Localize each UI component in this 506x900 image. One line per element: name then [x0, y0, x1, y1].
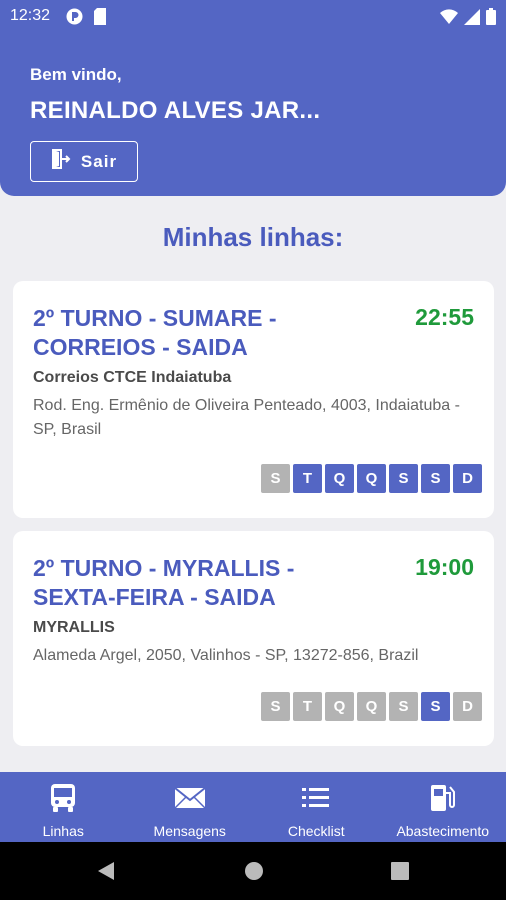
route-place: MYRALLIS [33, 619, 115, 636]
weekday-indicators: S T Q Q S S D [261, 692, 482, 721]
nav-checklist[interactable]: Checklist [253, 772, 380, 842]
route-time: 19:00 [415, 554, 474, 580]
day-indicator: D [453, 464, 482, 493]
route-address: Rod. Eng. Ermênio de Oliveira Penteado, … [33, 397, 460, 438]
list-icon [301, 783, 331, 818]
nav-label: Checklist [287, 823, 345, 839]
welcome-text: Bem vindo, [30, 65, 122, 84]
day-indicator: S [421, 692, 450, 721]
nav-mensagens[interactable]: Mensagens [127, 772, 254, 842]
logout-button[interactable]: Sair [30, 141, 138, 182]
user-name: REINALDO ALVES JAR... [30, 97, 321, 124]
wifi-icon [440, 8, 458, 30]
route-card[interactable]: 2º TURNO - MYRALLIS - SEXTA-FEIRA - SAID… [13, 531, 494, 746]
logout-label: Sair [80, 151, 118, 171]
status-bar: 12:32 [0, 0, 506, 34]
fuel-pump-icon [428, 783, 458, 818]
route-time: 22:55 [415, 304, 474, 330]
day-indicator: Q [325, 464, 354, 493]
envelope-icon [174, 783, 206, 818]
nav-label: Mensagens [153, 823, 226, 839]
day-indicator: S [261, 692, 290, 721]
day-indicator: Q [357, 464, 386, 493]
day-indicator: S [389, 464, 418, 493]
nav-abastecimento[interactable]: Abastecimento [380, 772, 506, 842]
nav-label: Abastecimento [396, 823, 490, 839]
battery-icon [486, 8, 496, 30]
day-indicator: S [421, 464, 450, 493]
route-address: Alameda Argel, 2050, Valinhos - SP, 1327… [33, 647, 419, 664]
day-indicator: Q [357, 692, 386, 721]
back-icon[interactable] [97, 861, 115, 886]
bus-icon [49, 783, 77, 818]
day-indicator: S [261, 464, 290, 493]
day-indicator: T [293, 464, 322, 493]
notification-app-icon [66, 8, 83, 30]
recents-icon[interactable] [391, 862, 409, 885]
day-indicator: S [389, 692, 418, 721]
nav-label: Linhas [42, 823, 84, 839]
sd-card-icon [93, 8, 107, 30]
section-title: Minhas linhas: [162, 222, 344, 252]
route-card[interactable]: 2º TURNO - SUMARE - CORREIOS - SAIDA 22:… [13, 281, 494, 518]
nav-linhas[interactable]: Linhas [0, 772, 127, 842]
weekday-indicators: S T Q Q S S D [261, 464, 482, 493]
system-navigation-bar [0, 842, 506, 900]
day-indicator: D [453, 692, 482, 721]
route-place: Correios CTCE Indaiatuba [33, 369, 232, 386]
welcome-header: Bem vindo, REINALDO ALVES JAR... Sair [0, 34, 506, 196]
home-icon[interactable] [244, 861, 264, 886]
route-title: 2º TURNO - SUMARE - CORREIOS - SAIDA [33, 305, 277, 360]
day-indicator: T [293, 692, 322, 721]
route-title: 2º TURNO - MYRALLIS - SEXTA-FEIRA - SAID… [33, 555, 295, 610]
bottom-navigation: Linhas Mensagens Checklist Abastecimento [0, 772, 506, 842]
day-indicator: Q [325, 692, 354, 721]
status-time: 12:32 [10, 7, 51, 24]
logout-icon [51, 149, 71, 174]
signal-icon [464, 8, 480, 30]
